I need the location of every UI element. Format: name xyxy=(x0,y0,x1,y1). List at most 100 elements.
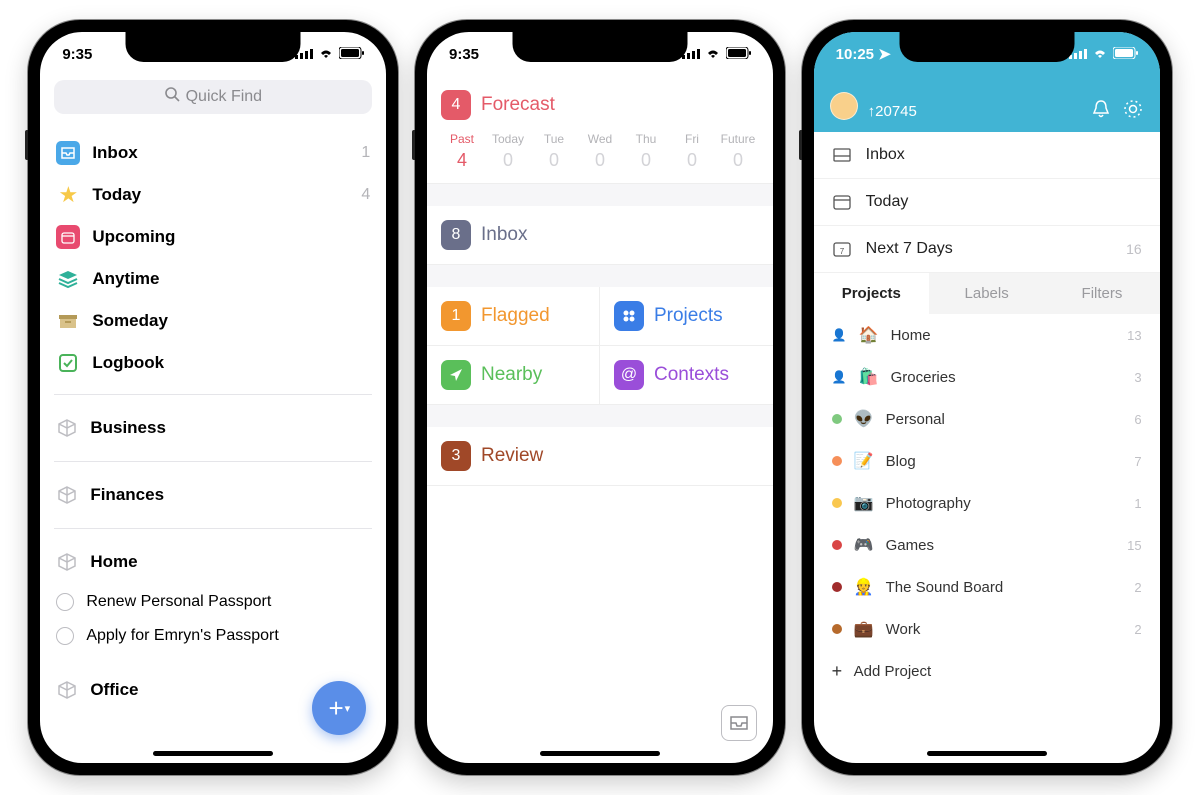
cube-icon xyxy=(56,484,78,506)
project-emoji: 📝 xyxy=(854,451,874,471)
nav-week[interactable]: 7 Next 7 Days 16 xyxy=(814,226,1160,273)
dot-icon xyxy=(832,624,842,634)
dot-icon xyxy=(832,582,842,592)
calendar-icon xyxy=(56,225,80,249)
add-project-button[interactable]: + Add Project xyxy=(814,650,1160,693)
avatar[interactable] xyxy=(830,92,858,120)
project-count: 2 xyxy=(1134,622,1141,637)
project-row[interactable]: 🎮 Games 15 xyxy=(814,524,1160,566)
nav-label: Anytime xyxy=(92,269,370,289)
project-label: The Sound Board xyxy=(886,579,1123,596)
home-indicator[interactable] xyxy=(927,751,1047,756)
nav-anytime[interactable]: Anytime xyxy=(54,258,372,300)
nav-inbox[interactable]: Inbox xyxy=(814,132,1160,179)
day-past[interactable]: Past4 xyxy=(441,132,483,171)
search-input[interactable]: Quick Find xyxy=(54,80,372,114)
day-tue[interactable]: Tue0 xyxy=(533,132,575,171)
share-icon: 👤 xyxy=(832,328,847,342)
nav-today[interactable]: ★ Today 4 xyxy=(54,174,372,216)
checkbox-icon[interactable] xyxy=(56,627,74,645)
project-row[interactable]: 📷 Photography 1 xyxy=(814,482,1160,524)
project-list: 👤 🏠 Home 13 👤 🛍️ Groceries 3 👽 Personal … xyxy=(814,314,1160,693)
checkbox-icon[interactable] xyxy=(56,593,74,611)
project-count: 3 xyxy=(1134,370,1141,385)
day-future[interactable]: Future0 xyxy=(717,132,759,171)
project-row[interactable]: 💼 Work 2 xyxy=(814,608,1160,650)
tile-review[interactable]: 3 Review xyxy=(427,427,773,486)
day-fri[interactable]: Fri0 xyxy=(671,132,713,171)
status-icons xyxy=(682,46,751,63)
cube-icon xyxy=(56,417,78,439)
grid-icon xyxy=(614,301,644,331)
tile-inbox[interactable]: 8 Inbox xyxy=(427,206,773,265)
day-wed[interactable]: Wed0 xyxy=(579,132,621,171)
screen-omnifocus: 9:35 4 Forecast Past4 Today0 Tue0 Wed0 T… xyxy=(427,32,773,763)
tab-filters[interactable]: Filters xyxy=(1044,273,1159,314)
bell-icon[interactable] xyxy=(1090,98,1112,120)
tile-label: Forecast xyxy=(481,94,555,116)
wifi-icon xyxy=(1092,46,1108,63)
karma-score[interactable]: ↑20745 xyxy=(868,103,1080,120)
nav-upcoming[interactable]: Upcoming xyxy=(54,216,372,258)
screen-todoist: 10:25 ➤ ↑20745 Inbox xyxy=(814,32,1160,763)
project-label: Home xyxy=(891,327,1116,344)
search-placeholder: Quick Find xyxy=(186,88,262,106)
project-row[interactable]: 👤 🏠 Home 13 xyxy=(814,314,1160,356)
archive-icon xyxy=(56,309,80,333)
tab-projects[interactable]: Projects xyxy=(814,273,929,314)
status-time: 9:35 xyxy=(449,46,479,63)
project-count: 2 xyxy=(1134,580,1141,595)
dot-icon xyxy=(832,456,842,466)
flagged-badge: 1 xyxy=(441,301,471,331)
day-thu[interactable]: Thu0 xyxy=(625,132,667,171)
area-label: Finances xyxy=(90,485,164,505)
tile-label: Inbox xyxy=(481,224,527,246)
tray-icon xyxy=(729,715,749,731)
svg-text:7: 7 xyxy=(839,247,844,256)
tile-projects[interactable]: Projects xyxy=(600,287,773,346)
nav-logbook[interactable]: Logbook xyxy=(54,342,372,384)
week-icon: 7 xyxy=(832,239,852,259)
project-count: 13 xyxy=(1127,328,1141,343)
project-label: Personal xyxy=(886,411,1123,428)
forecast-days: Past4 Today0 Tue0 Wed0 Thu0 Fri0 Future0 xyxy=(427,124,773,184)
area-finances[interactable]: Finances xyxy=(54,472,372,518)
tile-nearby[interactable]: Nearby xyxy=(427,346,600,405)
project-count: 1 xyxy=(1134,496,1141,511)
cube-icon xyxy=(56,551,78,573)
battery-icon xyxy=(339,46,364,63)
inbox-button[interactable] xyxy=(721,705,757,741)
tile-flagged[interactable]: 1 Flagged xyxy=(427,287,600,346)
task-row[interactable]: Renew Personal Passport xyxy=(54,585,372,619)
project-row[interactable]: 👽 Personal 6 xyxy=(814,398,1160,440)
nav-today[interactable]: Today xyxy=(814,179,1160,226)
nav-label: Someday xyxy=(92,311,370,331)
plus-icon: + xyxy=(832,661,842,682)
review-badge: 3 xyxy=(441,441,471,471)
area-home[interactable]: Home xyxy=(54,539,372,585)
day-today[interactable]: Today0 xyxy=(487,132,529,171)
nav-inbox[interactable]: Inbox 1 xyxy=(54,132,372,174)
inbox-icon xyxy=(56,141,80,165)
wifi-icon xyxy=(318,46,334,63)
tile-contexts[interactable]: @ Contexts xyxy=(600,346,773,405)
nav-someday[interactable]: Someday xyxy=(54,300,372,342)
location-icon: ➤ xyxy=(878,46,891,63)
tab-labels[interactable]: Labels xyxy=(929,273,1044,314)
tile-label: Nearby xyxy=(481,364,542,386)
area-business[interactable]: Business xyxy=(54,405,372,451)
project-row[interactable]: 👷 The Sound Board 2 xyxy=(814,566,1160,608)
nav-label: Inbox xyxy=(92,143,349,163)
add-project-label: Add Project xyxy=(854,663,1142,680)
home-indicator[interactable] xyxy=(540,751,660,756)
tile-label: Flagged xyxy=(481,305,550,327)
add-task-button[interactable]: + ▾ xyxy=(312,681,366,735)
project-row[interactable]: 👤 🛍️ Groceries 3 xyxy=(814,356,1160,398)
home-indicator[interactable] xyxy=(153,751,273,756)
project-row[interactable]: 📝 Blog 7 xyxy=(814,440,1160,482)
share-icon: 👤 xyxy=(832,370,847,384)
tile-forecast[interactable]: 4 Forecast xyxy=(427,76,773,124)
status-time: 9:35 xyxy=(62,46,92,63)
gear-icon[interactable] xyxy=(1122,98,1144,120)
task-row[interactable]: Apply for Emryn's Passport xyxy=(54,619,372,653)
